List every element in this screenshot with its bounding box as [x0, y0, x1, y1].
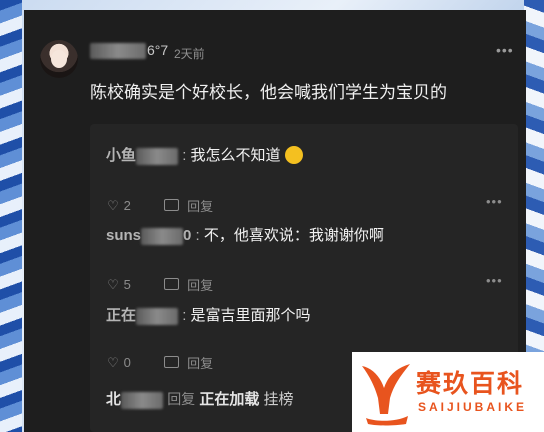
reply-text: 我怎么不知道: [190, 147, 281, 164]
watermark: 赛玖百科 SAIJIUBAIKE: [352, 352, 544, 432]
author-blur: [141, 227, 184, 245]
reply-button[interactable]: 回复: [187, 353, 213, 372]
reply-meta: ♡ 0 回复: [106, 353, 213, 372]
like-count: 0: [123, 355, 131, 370]
reply-icon[interactable]: [164, 355, 180, 368]
avatar[interactable]: [40, 40, 78, 78]
whale-tail-logo-icon: [362, 364, 410, 426]
timestamp: 2天前: [174, 47, 205, 61]
reply-item-partial: 北 回复 正在加载 挂榜: [106, 388, 294, 409]
reply-meta: ♡ 2 回复: [106, 196, 213, 215]
reply-button[interactable]: 回复: [187, 196, 213, 215]
username[interactable]: 6°7: [90, 42, 169, 60]
reply-separator: :: [182, 307, 187, 324]
reply-author[interactable]: suns 0: [106, 227, 191, 245]
reply-author[interactable]: 正在: [106, 307, 179, 325]
reply-text: 是富吉里面那个吗: [190, 307, 311, 324]
author-blur: [121, 391, 164, 409]
like-count: 5: [123, 277, 131, 292]
reply-separator: :: [195, 227, 200, 244]
username-blur: [90, 43, 146, 60]
reply-icon[interactable]: [164, 198, 180, 211]
username-suffix: 6°7: [147, 42, 169, 58]
reply-word: 回复: [167, 391, 196, 407]
background-decoration-left: [0, 0, 22, 432]
reply-more-icon[interactable]: •••: [486, 273, 503, 288]
comment-text: 陈校确实是个好校长，他会喊我们学生为宝贝的: [90, 83, 447, 102]
reply-text: 挂榜: [263, 391, 294, 408]
author-blur: [136, 147, 179, 165]
reply-text-bold: 正在加载: [199, 391, 260, 408]
laughing-emoji-icon: [284, 146, 303, 165]
reply-icon[interactable]: [164, 277, 180, 290]
reply-text: 不，他喜欢说：我谢谢你啊: [203, 227, 384, 244]
reply-separator: :: [182, 147, 187, 164]
reply-meta: ♡ 5 回复: [106, 275, 213, 294]
like-heart-icon[interactable]: ♡: [106, 277, 120, 293]
reply-item: 正在 : 是富吉里面那个吗: [106, 304, 311, 325]
reply-button[interactable]: 回复: [187, 275, 213, 294]
more-options-icon[interactable]: •••: [496, 42, 514, 58]
reply-more-icon[interactable]: •••: [486, 194, 503, 209]
watermark-brand-cn: 赛玖百科: [416, 370, 525, 398]
like-heart-icon[interactable]: ♡: [106, 198, 120, 214]
reply-item: 小鱼 : 我怎么不知道: [106, 144, 303, 165]
watermark-brand-en: SAIJIUBAIKE: [418, 400, 528, 414]
reply-item: suns 0 : 不，他喜欢说：我谢谢你啊: [106, 224, 384, 245]
avatar-face: [51, 50, 67, 68]
like-count: 2: [123, 198, 131, 213]
like-heart-icon[interactable]: ♡: [106, 355, 120, 371]
reply-author[interactable]: 北: [106, 391, 121, 408]
author-blur: [136, 307, 179, 325]
reply-author[interactable]: 小鱼: [106, 147, 179, 165]
